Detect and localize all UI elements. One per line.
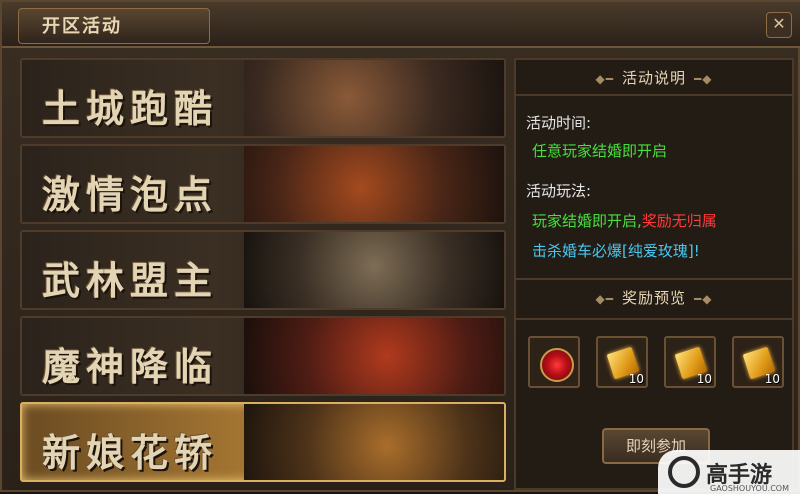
event-play-line1-highlight: 奖励无归属 [641, 212, 717, 230]
divider [516, 318, 792, 320]
divider [516, 94, 792, 96]
event-art-image [244, 60, 504, 136]
rose-icon [540, 348, 574, 382]
watermark: 高手游 GAOSHOUYOU.COM [658, 450, 800, 494]
rewards-heading: ◆━ 奖励预览 ━◆ [516, 284, 792, 312]
event-play-label: 活动玩法: [526, 182, 592, 200]
ornament-icon: ━◆ [694, 72, 713, 86]
menu-item-martial-leader[interactable]: 武林盟主 [20, 230, 506, 310]
menu-item-demon-god-arrives[interactable]: 魔神降临 [20, 316, 506, 396]
event-art-image [244, 404, 504, 480]
event-play-line2: 击杀婚车必爆[纯爱玫瑰]! [532, 242, 700, 260]
ornament-icon: ◆━ [595, 72, 614, 86]
ornament-icon: ━◆ [694, 292, 713, 306]
event-art-image [244, 232, 504, 308]
event-play-line1: 玩家结婚即开启,奖励无归属 [532, 210, 717, 231]
reward-slot[interactable]: 10 [664, 336, 716, 388]
event-window: 开区活动 ✕ 土城跑酷 激情泡点 武林盟主 魔神降临 新娘花轿 ◆━ 活动说明 ━◆ [0, 0, 800, 494]
close-icon[interactable]: ✕ [766, 12, 792, 38]
menu-item-label: 激情泡点 [42, 173, 219, 217]
title-bar: 开区活动 ✕ [2, 2, 800, 48]
info-heading: ◆━ 活动说明 ━◆ [516, 64, 792, 92]
event-menu: 土城跑酷 激情泡点 武林盟主 魔神降临 新娘花轿 [20, 58, 506, 490]
site-logo-icon [668, 456, 700, 488]
reward-slot[interactable] [528, 336, 580, 388]
menu-item-label: 土城跑酷 [42, 87, 219, 131]
event-time-label: 活动时间: [526, 114, 592, 132]
menu-item-tucheng-parkour[interactable]: 土城跑酷 [20, 58, 506, 138]
menu-item-bridal-sedan[interactable]: 新娘花轿 [20, 402, 506, 482]
menu-item-passion-afk[interactable]: 激情泡点 [20, 144, 506, 224]
reward-slot[interactable]: 10 [596, 336, 648, 388]
reward-qty: 10 [696, 372, 712, 386]
event-art-image [244, 146, 504, 222]
rewards-heading-text: 奖励预览 [621, 289, 686, 307]
event-play-line1-text: 玩家结婚即开启, [532, 212, 642, 230]
reward-qty: 10 [764, 372, 780, 386]
reward-qty: 10 [628, 372, 644, 386]
divider [516, 278, 792, 280]
menu-item-label: 新娘花轿 [42, 431, 219, 475]
menu-item-label: 武林盟主 [42, 259, 219, 303]
ornament-icon: ◆━ [595, 292, 614, 306]
event-art-image [244, 318, 504, 394]
event-details-panel: ◆━ 活动说明 ━◆ 活动时间: 任意玩家结婚即开启 活动玩法: 玩家结婚即开启,奖… [514, 58, 794, 490]
menu-item-label: 魔神降临 [42, 345, 219, 389]
reward-slot[interactable]: 10 [732, 336, 784, 388]
info-heading-text: 活动说明 [621, 69, 686, 87]
event-time-value: 任意玩家结婚即开启 [532, 142, 668, 160]
window-title: 开区活动 [42, 16, 122, 37]
